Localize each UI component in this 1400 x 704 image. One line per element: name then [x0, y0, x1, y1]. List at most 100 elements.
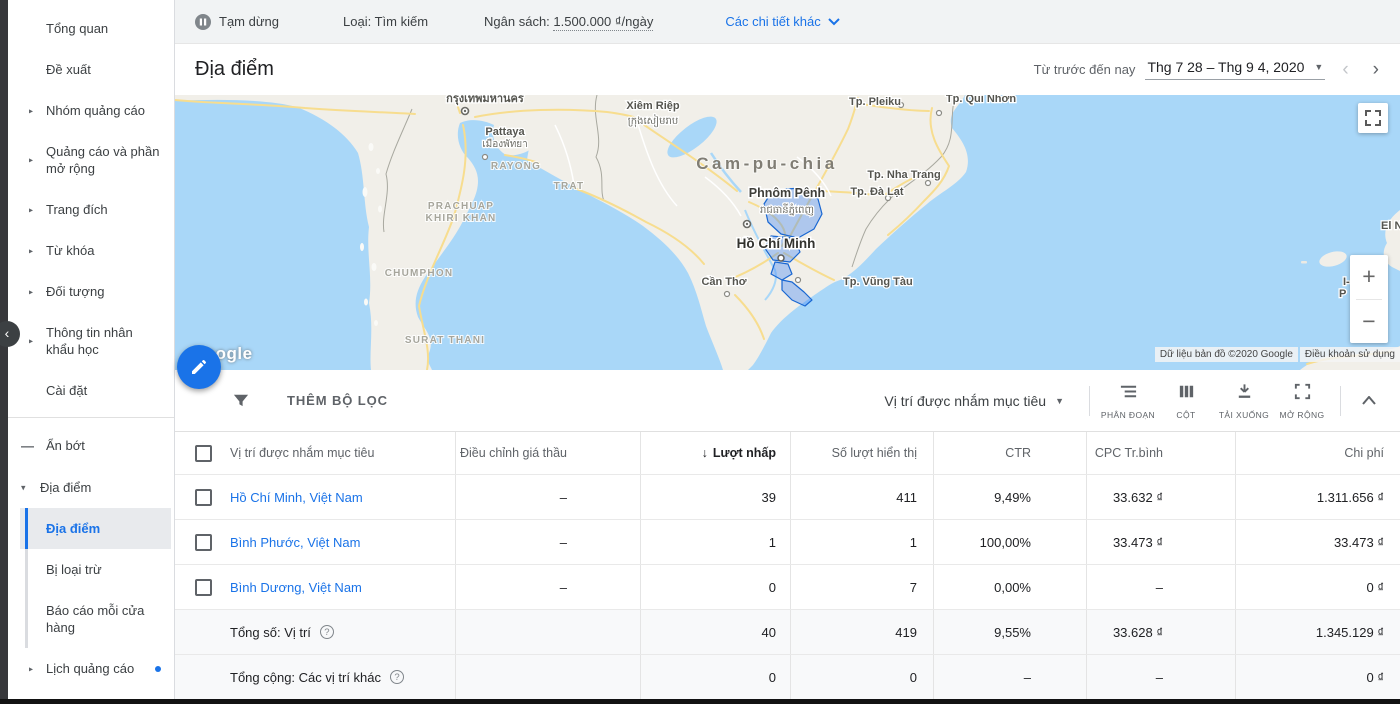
summary-row: Tổng số: Vị trí?404199,55%33.628 ₫1.345.…: [175, 609, 1400, 654]
map-attribution-bar: Dữ liệu bản đồ ©2020 Google Điều khoản s…: [1155, 347, 1400, 362]
sidebar-item-nhom-quang-cao[interactable]: ▸Nhóm quảng cáo: [8, 90, 174, 131]
sidebar-item-thong-tin-nhan-khau-hoc[interactable]: ▸Thông tin nhân khẩu học: [8, 312, 174, 370]
next-date-button[interactable]: ›: [1366, 59, 1386, 81]
sidebar-item-label: Từ khóa: [46, 243, 94, 258]
expand-arrow-icon: ▸: [29, 242, 33, 259]
map-label: Cam-pu-chia: [696, 154, 837, 173]
page-titlebar: Địa điểm Từ trước đến nay Thg 7 28 – Thg…: [175, 44, 1400, 95]
zoom-out-button[interactable]: −: [1350, 300, 1388, 344]
sidebar-item-dia-diem[interactable]: Địa điểm: [20, 508, 171, 549]
add-filter-button[interactable]: THÊM BỘ LỌC: [233, 393, 388, 409]
locations-table: Vị trí được nhắm mục tiêu Điều chỉnh giá …: [175, 432, 1400, 699]
collapse-table-button[interactable]: [1350, 396, 1388, 405]
column-header-ctr[interactable]: CTR: [933, 432, 1086, 474]
sidebar-item-bi-loai-tru[interactable]: Bị loại trừ: [20, 549, 174, 590]
location-link[interactable]: Bình Phước, Việt Nam: [230, 535, 360, 550]
sidebar-item-de-xuat[interactable]: Đề xuất: [8, 49, 174, 90]
bid-value: –: [455, 475, 640, 519]
date-range-picker[interactable]: Thg 7 28 – Thg 9 4, 2020 ▼: [1145, 59, 1325, 80]
map-label: PRACHUAP: [428, 201, 494, 212]
map-terms-link[interactable]: Điều khoản sử dụng: [1300, 347, 1400, 362]
expand-button[interactable]: MỞ RỘNG: [1273, 382, 1331, 420]
column-header-label: Vị trí được nhắm mục tiêu: [230, 446, 374, 460]
page-title: Địa điểm: [195, 58, 274, 81]
clicks-value: 39: [640, 475, 790, 519]
sidebar-item-trang-dich[interactable]: ▸Trang đích: [8, 189, 174, 230]
column-header-impressions[interactable]: Số lượt hiển thị: [790, 432, 933, 474]
sidebar-item-doi-tuong[interactable]: ▸Đối tượng: [8, 271, 174, 312]
map-marker-town: [725, 292, 730, 297]
summary-row: Tổng cộng: Các vị trí khác?00––0 ₫: [175, 654, 1400, 699]
row-checkbox[interactable]: [195, 489, 212, 506]
campaign-status-chip[interactable]: Tạm dừng: [195, 14, 279, 30]
date-range-area: Từ trước đến nay Thg 7 28 – Thg 9 4, 202…: [1034, 59, 1386, 81]
summary-label: Tổng cộng: Các vị trí khác: [230, 670, 381, 685]
help-icon[interactable]: ?: [390, 670, 404, 684]
location-link[interactable]: Hồ Chí Minh, Việt Nam: [230, 490, 363, 505]
select-all-checkbox[interactable]: [195, 445, 212, 462]
sidebar-item-lich-quang-cao[interactable]: ▸Lịch quảng cáo: [8, 648, 174, 689]
edit-locations-fab[interactable]: [177, 345, 221, 389]
window-bottom-bar: [0, 699, 1400, 704]
row-checkbox[interactable]: [195, 579, 212, 596]
ctr-total: 9,55%: [933, 610, 1086, 654]
ctr-value: 0,00%: [933, 565, 1086, 609]
column-header-cpc[interactable]: CPC Tr.bình: [1086, 432, 1235, 474]
cpc-total: 33.628 ₫: [1086, 610, 1235, 654]
map-fullscreen-button[interactable]: [1358, 103, 1388, 133]
campaign-status-label: Tạm dừng: [219, 14, 279, 29]
map-label: Hồ Chí Minh: [737, 236, 816, 251]
map-label: Tp. Vũng Tàu: [843, 276, 913, 288]
sidebar-item-quang-cao-va-phan-mo-rong[interactable]: ▸ Quảng cáo và phần mở rộng: [8, 131, 174, 189]
minus-icon: —: [21, 437, 34, 454]
dropdown-caret-icon: ▼: [1055, 396, 1064, 406]
view-selector-dropdown[interactable]: Vị trí được nhắm mục tiêu ▼: [884, 393, 1064, 409]
column-header-clicks[interactable]: ↓Lượt nhấp: [640, 432, 790, 474]
sidebar-item-label: Bị loại trừ: [46, 562, 102, 577]
budget-row: Ngân sách: 1.500.000 ₫/ngày: [484, 14, 653, 29]
table-row: Hồ Chí Minh, Việt Nam–394119,49%33.632 ₫…: [175, 474, 1400, 519]
sidebar-item-tong-quan[interactable]: Tổng quan: [8, 8, 174, 49]
sidebar-item-label: Quảng cáo và phần mở rộng: [46, 144, 159, 176]
add-filter-label: THÊM BỘ LỌC: [287, 393, 388, 408]
help-icon[interactable]: ?: [320, 625, 334, 639]
sidebar-item-an-bot[interactable]: —Ẩn bớt: [8, 424, 174, 467]
expand-arrow-icon: ▸: [29, 333, 33, 350]
campaign-type-label: Loại: Tìm kiếm: [343, 14, 428, 29]
column-header-bid[interactable]: Điều chỉnh giá thầu: [455, 432, 640, 474]
sidebar-item-label: Cài đặt: [46, 383, 87, 398]
map-canvas[interactable]: กรุงเทพมหานครPattayaเมืองพัทยาRAYONGTRAT…: [175, 95, 1400, 370]
bid-value: –: [455, 520, 640, 564]
more-details-link[interactable]: Các chi tiết khác: [725, 14, 839, 29]
sidebar-item-bao-cao-moi-cua-hang[interactable]: Báo cáo mỗi cửa hàng: [20, 590, 174, 648]
dropdown-caret-icon: ▼: [1314, 62, 1323, 72]
sidebar-item-label: Lịch quảng cáo: [46, 661, 134, 676]
bid-total: [455, 610, 640, 654]
columns-button[interactable]: CỘT: [1157, 382, 1215, 420]
chevron-left-icon: ‹: [5, 325, 10, 341]
column-header-cost[interactable]: Chi phí: [1235, 432, 1400, 474]
map-marker-capital-dot: [746, 223, 748, 225]
zoom-in-button[interactable]: +: [1350, 255, 1388, 299]
clicks-value: 0: [640, 565, 790, 609]
sidebar-nav: Tổng quanĐề xuất▸Nhóm quảng cáo▸Quảng cá…: [8, 0, 175, 699]
map-label: Cần Thơ: [701, 276, 746, 288]
map-container: กรุงเทพมหานครPattayaเมืองพัทยาRAYONGTRAT…: [175, 95, 1400, 370]
campaign-topbar: Tạm dừng Loại: Tìm kiếm Ngân sách: 1.500…: [175, 0, 1400, 44]
sidebar-item-label: Đề xuất: [46, 62, 91, 77]
sidebar-item-cai-dat[interactable]: Cài đặt: [8, 370, 174, 411]
download-button[interactable]: TẢI XUỐNG: [1215, 382, 1273, 420]
summary-label-cell: Tổng cộng: Các vị trí khác?: [175, 655, 455, 699]
sidebar-item-label: Nhóm quảng cáo: [46, 103, 145, 118]
expand-arrow-icon: ▸: [29, 152, 33, 169]
prev-date-button[interactable]: ‹: [1335, 59, 1355, 81]
sidebar-item-tu-khoa[interactable]: ▸ Từ khóa: [8, 230, 174, 271]
sidebar-item-dia-diem-group[interactable]: ▾Địa điểm: [8, 467, 174, 508]
segment-button[interactable]: PHÂN ĐOẠN: [1099, 382, 1157, 420]
map-label: ក្រុងសៀមរាប: [628, 114, 678, 128]
location-link[interactable]: Bình Dương, Việt Nam: [230, 580, 362, 595]
column-header-location[interactable]: Vị trí được nhắm mục tiêu: [230, 432, 455, 474]
budget-value[interactable]: 1.500.000 ₫/ngày: [553, 14, 653, 31]
cost-value: 33.473 ₫: [1235, 520, 1400, 564]
row-checkbox[interactable]: [195, 534, 212, 551]
